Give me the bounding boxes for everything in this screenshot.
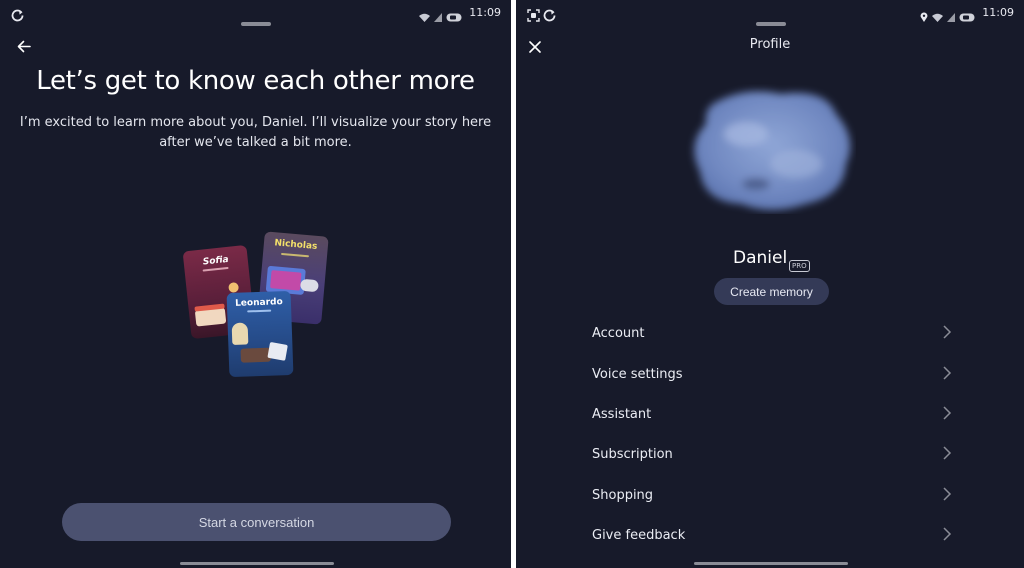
home-indicator[interactable] [694,562,848,565]
chevron-right-icon [942,324,952,343]
profile-screen: 11:09 Profile Daniel PRO Create memory A… [516,0,1024,568]
menu-item-shopping[interactable]: Shopping [592,480,952,510]
chevron-right-icon [942,486,952,505]
onboarding-screen: 11:09 Let’s get to know each other more … [0,0,511,568]
menu-item-label: Voice settings [592,366,683,382]
menu-item-label: Give feedback [592,527,686,543]
status-time: 11:09 [982,6,1014,19]
grab-handle[interactable] [241,22,271,26]
chevron-right-icon [942,526,952,545]
grab-handle[interactable] [756,22,786,26]
signal-icon [434,7,442,26]
story-card-leonardo: Leonardo [226,290,294,378]
menu-item-label: Shopping [592,487,654,503]
pro-badge-label: PRO [789,260,810,272]
menu-item-account[interactable]: Account [592,318,952,348]
signal-icon [947,7,955,26]
menu-item-subscription[interactable]: Subscription [592,439,952,469]
story-card-name: Nicholas [273,238,318,252]
story-card-name: Sofia [202,254,230,268]
menu-item-give-feedback[interactable]: Give feedback [592,520,952,550]
back-arrow-icon[interactable] [17,38,31,57]
battery-icon [959,7,976,26]
menu-item-assistant[interactable]: Assistant [592,399,952,429]
create-memory-button[interactable]: Create memory [714,278,829,305]
chevron-right-icon [942,365,952,384]
home-indicator[interactable] [180,562,334,565]
page-subtitle: I’m excited to learn more about you, Dan… [19,115,492,150]
wifi-icon [419,7,430,26]
chevron-right-icon [942,405,952,424]
battery-icon [446,7,463,26]
start-conversation-button[interactable]: Start a conversation [62,503,451,541]
story-card-name: Leonardo [234,297,283,309]
menu-item-label: Subscription [592,446,673,462]
screenshot-icon [527,7,540,26]
chevron-right-icon [942,445,952,464]
page-title: Let’s get to know each other more [36,66,475,96]
location-icon [920,7,928,26]
wifi-icon [932,7,943,26]
pro-badge: PRO [789,253,810,272]
menu-item-label: Assistant [592,406,652,422]
menu-item-label: Account [592,325,645,341]
avatar[interactable] [686,84,856,214]
sync-icon [543,7,556,26]
menu-item-voice-settings[interactable]: Voice settings [592,359,952,389]
user-name: Daniel [733,248,788,268]
header-title: Profile [749,37,791,52]
sync-icon [11,7,24,26]
status-time: 11:09 [469,6,501,19]
